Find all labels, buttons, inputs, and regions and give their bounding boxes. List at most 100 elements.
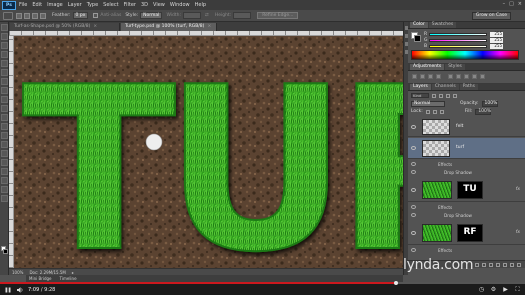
marquee-tool-icon[interactable] [1, 33, 8, 40]
blue-slider[interactable] [429, 44, 487, 48]
fill-input[interactable]: 100% [475, 108, 492, 115]
layer-row-rf[interactable]: RF fx [408, 221, 525, 245]
tab-timeline[interactable]: Timeline [60, 276, 77, 281]
layer-row-turf[interactable]: turf [408, 138, 525, 159]
move-tool-icon[interactable] [1, 24, 8, 31]
menu-window[interactable]: Window [170, 2, 190, 8]
effects-visibility-icon[interactable] [411, 248, 416, 252]
new-adjustment-icon[interactable] [496, 262, 500, 267]
green-slider[interactable] [429, 38, 487, 42]
zoom-tool-icon[interactable] [1, 195, 8, 202]
menu-file[interactable]: File [19, 2, 27, 8]
background-color-chip[interactable] [414, 35, 421, 42]
visibility-eye-icon[interactable] [411, 124, 416, 129]
shape-filter-icon[interactable] [453, 93, 457, 98]
blend-mode-select[interactable]: Normal [411, 100, 445, 107]
maximize-button[interactable]: □ [509, 1, 514, 7]
opacity-input[interactable]: 100% [481, 100, 498, 107]
blue-value-input[interactable]: 255 [490, 43, 503, 49]
feather-input[interactable]: 0 px [72, 12, 89, 19]
turf-artwork[interactable]: TURF [14, 36, 403, 268]
levels-adjustment-icon[interactable] [420, 74, 425, 79]
drop-shadow-visibility-icon[interactable] [411, 213, 416, 217]
pause-icon[interactable] [4, 286, 12, 294]
red-slider[interactable] [429, 32, 487, 36]
pixel-filter-icon[interactable] [432, 93, 436, 98]
drop-shadow-row[interactable]: Drop Shadow [408, 211, 525, 220]
adjustment-filter-icon[interactable] [439, 93, 443, 98]
fullscreen-icon[interactable]: ⛶ [514, 286, 521, 293]
new-selection-icon[interactable] [16, 12, 22, 19]
minimize-button[interactable]: – [503, 1, 506, 7]
delete-layer-icon[interactable] [517, 262, 521, 267]
hue-saturation-adjustment-icon[interactable] [456, 74, 461, 79]
intersect-selection-icon[interactable] [40, 12, 46, 19]
layer-mask-thumbnail[interactable]: RF [457, 224, 483, 242]
effects-row[interactable]: Effects [408, 246, 525, 255]
visibility-eye-icon[interactable] [411, 146, 416, 150]
tab-adjustments[interactable]: Adjustments [410, 64, 445, 70]
lasso-tool-icon[interactable] [1, 42, 8, 49]
clone-stamp-tool-icon[interactable] [1, 96, 8, 103]
document-canvas[interactable]: TURF [9, 31, 403, 268]
exposure-adjustment-icon[interactable] [436, 74, 441, 79]
style-select[interactable]: Normal [140, 12, 163, 19]
height-input[interactable] [233, 12, 252, 19]
tab-paths[interactable]: Paths [459, 84, 478, 90]
green-value-input[interactable]: 255 [490, 37, 503, 43]
photo-filter-adjustment-icon[interactable] [480, 74, 485, 79]
layer-name[interactable]: felt [456, 124, 463, 129]
effects-visibility-icon[interactable] [411, 205, 416, 209]
black-white-adjustment-icon[interactable] [472, 74, 477, 79]
background-color-swatch[interactable] [3, 249, 8, 254]
layer-name[interactable]: turf [456, 145, 464, 150]
progress-bar[interactable] [0, 281, 525, 285]
shape-tool-icon[interactable] [1, 177, 8, 184]
lock-position-icon[interactable] [432, 109, 437, 114]
curves-adjustment-icon[interactable] [428, 74, 433, 79]
lock-all-icon[interactable] [439, 109, 444, 114]
brightness-adjustment-icon[interactable] [412, 74, 417, 79]
brush-tool-icon[interactable] [1, 87, 8, 94]
eraser-tool-icon[interactable] [1, 114, 8, 121]
add-style-icon[interactable] [482, 262, 486, 267]
blur-tool-icon[interactable] [1, 132, 8, 139]
color-spectrum[interactable] [411, 50, 519, 60]
tab-layers[interactable]: Layers [410, 84, 431, 90]
type-tool-icon[interactable] [1, 159, 8, 166]
settings-gear-icon[interactable]: ⚙ [490, 286, 497, 293]
healing-tool-icon[interactable] [1, 78, 8, 85]
menu-layer[interactable]: Layer [68, 2, 82, 8]
close-button[interactable]: × [518, 1, 522, 7]
path-select-tool-icon[interactable] [1, 168, 8, 175]
layer-mask-thumbnail[interactable]: TU [457, 181, 483, 199]
new-layer-icon[interactable] [510, 262, 514, 267]
close-tab-icon[interactable]: × [207, 24, 211, 29]
volume-icon[interactable] [16, 286, 24, 294]
dodge-tool-icon[interactable] [1, 141, 8, 148]
status-arrow-icon[interactable]: ▸ [72, 270, 74, 275]
width-input[interactable] [183, 12, 202, 19]
menu-view[interactable]: View [153, 2, 165, 8]
close-tab-icon[interactable]: × [93, 24, 97, 29]
crop-tool-icon[interactable] [1, 60, 8, 67]
menu-type[interactable]: Type [87, 2, 98, 8]
anti-alias-checkbox[interactable] [93, 13, 99, 18]
tab-color[interactable]: Color [410, 22, 428, 28]
tab-turf-as-shape[interactable]: Turf-as-Shape.psd @ 50% (RGB/8) × [10, 23, 120, 31]
hand-tool-icon[interactable] [1, 186, 8, 193]
swap-icon[interactable]: ⇄ [205, 13, 209, 18]
zoom-level[interactable]: 100% [12, 270, 23, 275]
link-layers-icon[interactable] [475, 262, 479, 267]
layer-row-felt[interactable]: felt [408, 117, 525, 137]
effects-visibility-icon[interactable] [411, 162, 416, 166]
drop-shadow-row[interactable]: Drop Shadow [408, 168, 525, 177]
lock-pixels-icon[interactable] [425, 109, 430, 114]
gradient-tool-icon[interactable] [1, 123, 8, 130]
add-mask-icon[interactable] [489, 262, 493, 267]
tab-swatches[interactable]: Swatches [428, 22, 457, 28]
menu-select[interactable]: Select [103, 2, 118, 8]
menu-3d[interactable]: 3D [141, 2, 148, 8]
add-selection-icon[interactable] [24, 12, 30, 19]
youtube-logo-icon[interactable]: ▶ [502, 286, 509, 293]
